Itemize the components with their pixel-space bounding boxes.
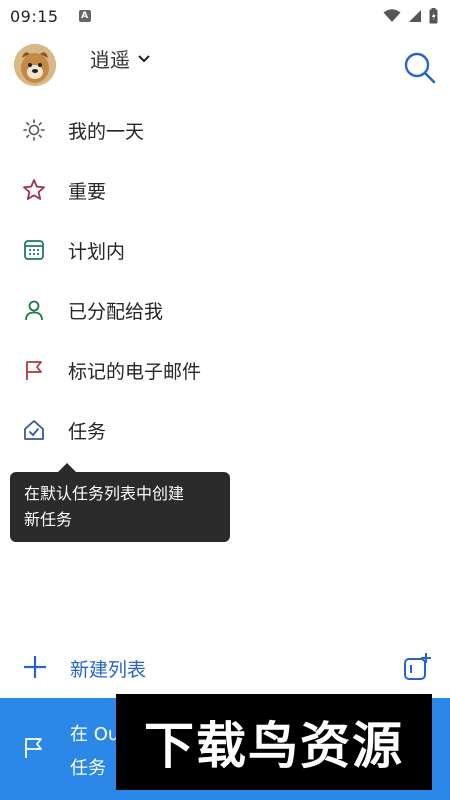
- star-icon: [22, 178, 46, 202]
- status-icons: [383, 8, 438, 24]
- nav-label-important: 重要: [68, 180, 107, 203]
- notification-icon: A: [78, 10, 91, 22]
- status-time: 09:15: [10, 6, 59, 26]
- nav-label-my-day: 我的一天: [68, 120, 145, 143]
- wifi-icon: [383, 9, 401, 22]
- new-list-button[interactable]: 新建列表: [70, 655, 146, 682]
- flag-icon: [22, 358, 46, 382]
- nav-item-important[interactable]: 重要: [0, 160, 450, 220]
- nav-list: 我的一天 重要 计划内 已分配给我 标记的电子邮件 任务: [0, 100, 450, 460]
- nav-label-tasks: 任务: [68, 420, 107, 443]
- signal-icon: [409, 10, 421, 22]
- search-icon[interactable]: [400, 48, 440, 88]
- tooltip: 在默认任务列表中创建 新任务: [10, 463, 230, 542]
- new-group-icon[interactable]: [402, 652, 432, 682]
- nav-label-flagged-email: 标记的电子邮件: [68, 360, 202, 383]
- dog-avatar-image: [14, 44, 56, 86]
- house-check-icon: [22, 418, 46, 442]
- nav-item-flagged-email[interactable]: 标记的电子邮件: [0, 340, 450, 400]
- tooltip-line-1: 在默认任务列表中创建: [24, 484, 185, 503]
- flag-icon: [25, 738, 42, 758]
- battery-icon: [429, 8, 438, 24]
- avatar[interactable]: [14, 44, 56, 86]
- chevron-down-icon: [138, 54, 150, 62]
- watermark-text: 下载鸟资源: [144, 717, 404, 775]
- nav-item-planned[interactable]: 计划内: [0, 220, 450, 280]
- account-switcher[interactable]: 逍遥: [90, 44, 150, 73]
- new-list-row: 新建列表: [0, 640, 450, 696]
- nav-label-assigned: 已分配给我: [68, 300, 164, 323]
- account-name: 逍遥: [90, 48, 130, 72]
- plus-icon[interactable]: [22, 654, 48, 680]
- header: 逍遥: [0, 38, 450, 94]
- watermark: 下载鸟资源: [116, 694, 432, 790]
- tooltip-line-2: 新任务: [24, 510, 73, 529]
- nav-item-tasks[interactable]: 任务: [0, 400, 450, 460]
- nav-item-my-day[interactable]: 我的一天: [0, 100, 450, 160]
- nav-label-planned: 计划内: [68, 240, 126, 263]
- sun-icon: [22, 118, 46, 142]
- person-icon: [22, 298, 46, 322]
- calendar-icon: [22, 238, 46, 262]
- nav-item-assigned[interactable]: 已分配给我: [0, 280, 450, 340]
- status-bar: 09:15 A: [0, 0, 450, 32]
